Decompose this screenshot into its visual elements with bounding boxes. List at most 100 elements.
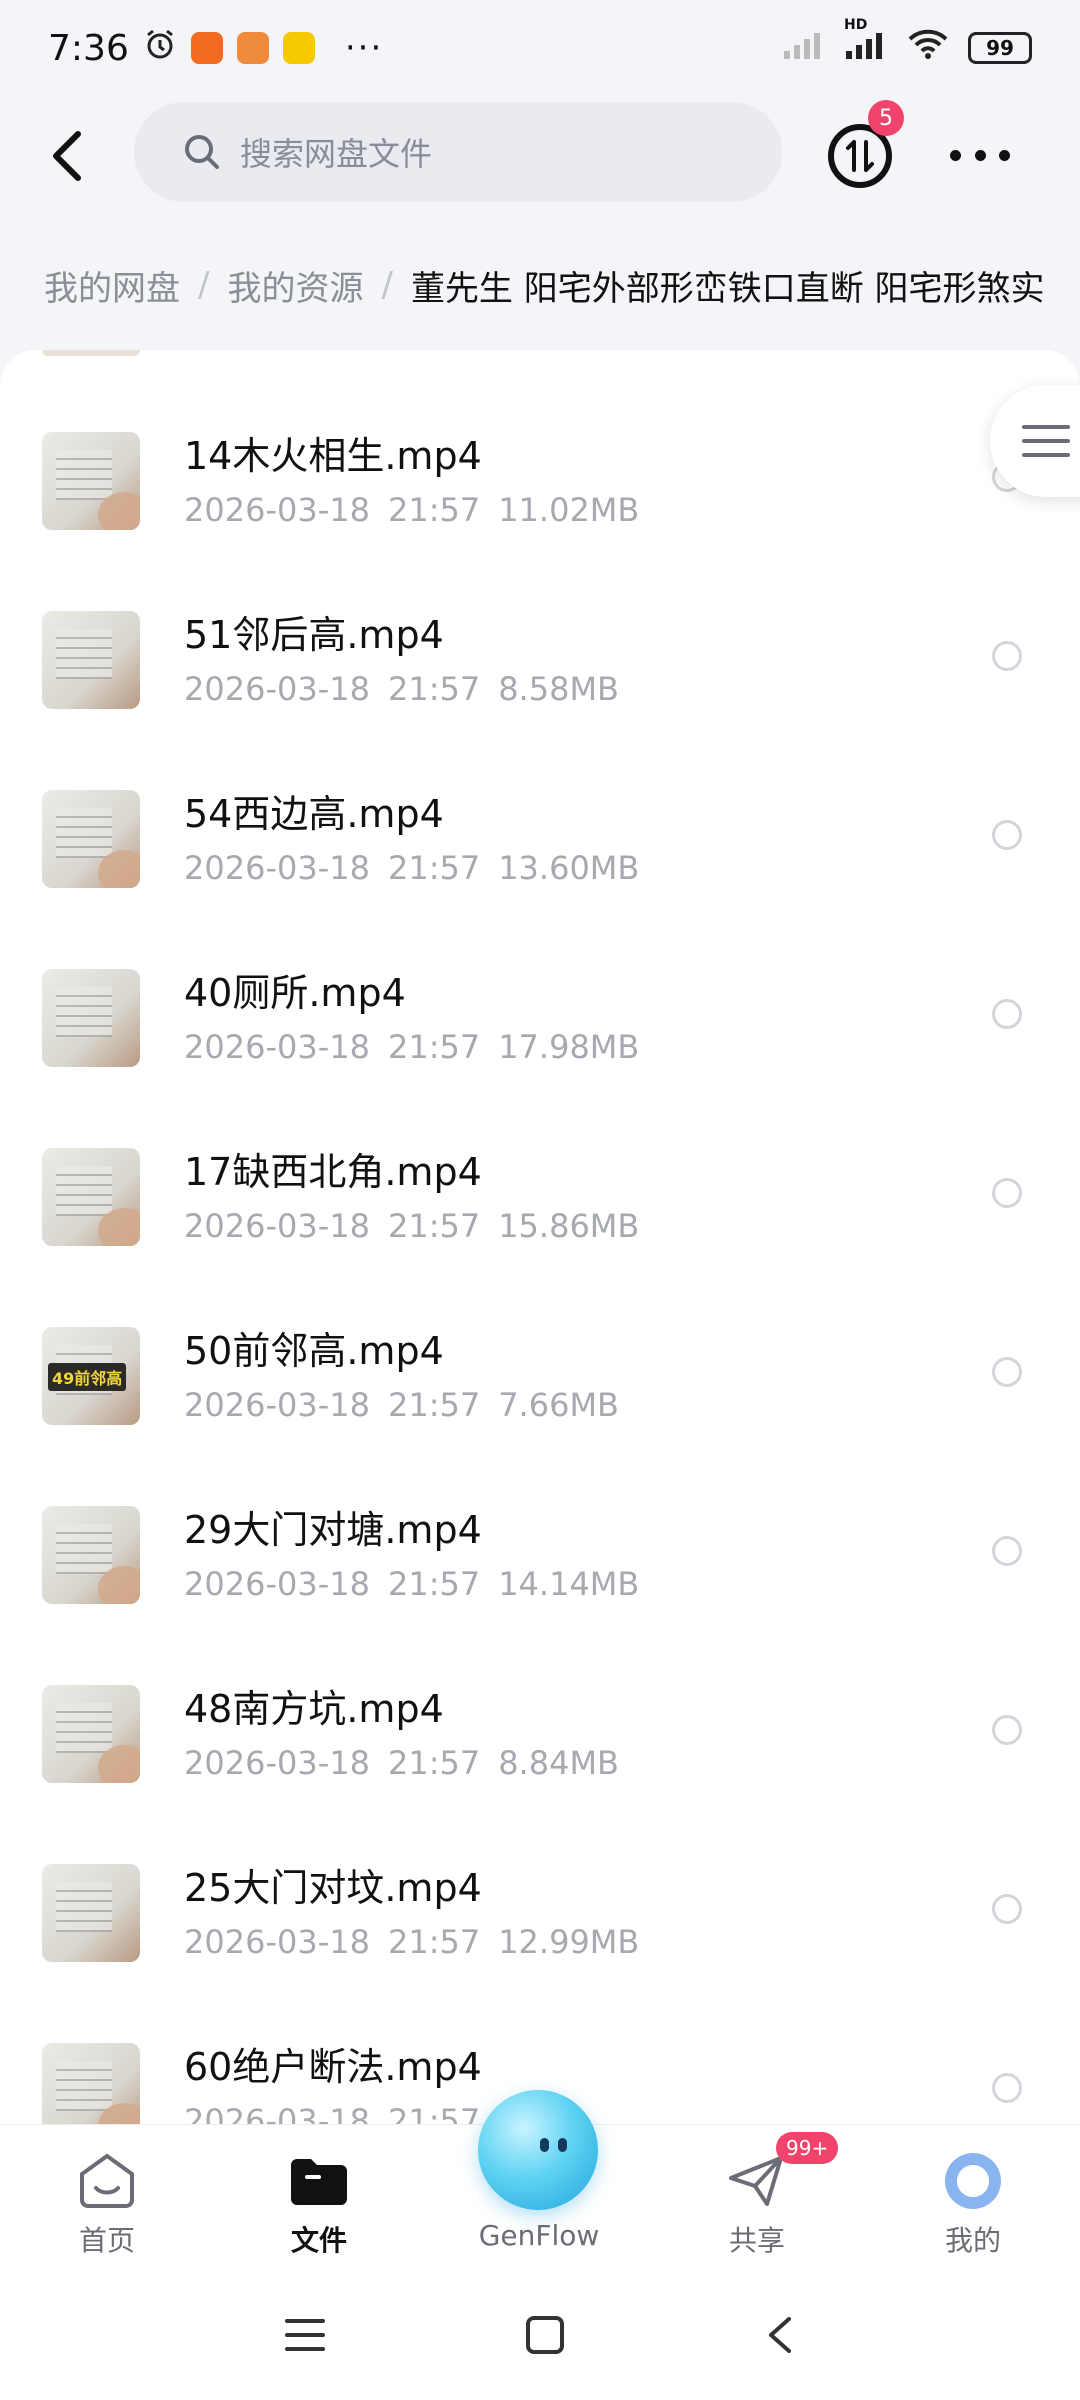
file-time: 21:57 (387, 1565, 481, 1603)
breadcrumb-my-resources[interactable]: 我的资源 (227, 261, 363, 310)
nav-me[interactable]: 我的 (898, 2149, 1048, 2259)
file-size: 17.98MB (498, 1028, 640, 1066)
file-date: 2026-03-18 (184, 670, 370, 708)
video-thumbnail (42, 1148, 140, 1246)
nav-files[interactable]: 文件 (244, 2149, 394, 2259)
nav-me-label: 我的 (944, 2224, 1001, 2257)
file-size: 15.86MB (498, 1207, 640, 1245)
video-thumbnail (42, 432, 140, 530)
file-meta: 2026-03-18 21:57 8.84MB (184, 1743, 619, 1783)
more-options-button[interactable] (950, 130, 1010, 180)
file-list[interactable]: 14木火相生.mp4 2026-03-18 21:57 11.02MB 51邻后… (0, 350, 1080, 2130)
file-size: 14.14MB (498, 1565, 640, 1603)
file-size: 11.02MB (498, 491, 640, 529)
breadcrumb: 我的网盘 / 我的资源 / 董先生 阳宅外部形峦铁口直断 阳宅形煞实 (44, 250, 1080, 320)
file-time: 21:57 (387, 1386, 481, 1424)
search-icon (185, 135, 219, 169)
fox-app-icon (236, 32, 269, 64)
nav-genflow-label: GenFlow (478, 2219, 600, 2252)
back-button[interactable] (36, 124, 100, 188)
file-name: 50前邻高.mp4 (184, 1329, 444, 1373)
alarm-icon (143, 27, 177, 70)
file-time: 21:57 (387, 491, 481, 529)
select-checkbox[interactable] (992, 2073, 1022, 2103)
file-date: 2026-03-18 (184, 1565, 370, 1603)
file-date: 2026-03-18 (184, 849, 370, 887)
file-row[interactable]: 51邻后高.mp4 2026-03-18 21:57 8.58MB (0, 611, 1080, 790)
file-meta: 2026-03-18 21:57 12.99MB (184, 1922, 639, 1962)
more-dot-icon (999, 149, 1010, 161)
select-checkbox[interactable] (992, 1357, 1022, 1387)
orb-eye (540, 2138, 549, 2152)
back-triangle-icon[interactable] (765, 2315, 795, 2359)
signal-weak-icon (782, 27, 826, 70)
search-input[interactable]: 搜索网盘文件 (134, 102, 782, 202)
file-time: 21:57 (387, 849, 481, 887)
file-row[interactable]: 17缺西北角.mp4 2026-03-18 21:57 15.86MB (0, 1148, 1080, 1327)
video-thumbnail (42, 1506, 140, 1604)
select-checkbox[interactable] (992, 641, 1022, 671)
file-name: 17缺西北角.mp4 (184, 1150, 482, 1194)
file-time: 21:57 (387, 1744, 481, 1782)
video-thumbnail (42, 969, 140, 1067)
file-row[interactable]: 25大门对坟.mp4 2026-03-18 21:57 12.99MB (0, 1864, 1080, 2043)
file-name: 40厕所.mp4 (184, 971, 406, 1015)
file-name: 54西边高.mp4 (184, 792, 444, 836)
wifi-icon (906, 27, 950, 70)
status-time: 7:36 (48, 27, 129, 69)
file-meta: 2026-03-18 21:57 7.66MB (184, 1385, 619, 1425)
breadcrumb-separator: / (198, 265, 210, 305)
thumbnail-caption: 49前邻高 (48, 1363, 127, 1391)
file-date: 2026-03-18 (184, 1207, 370, 1245)
chevron-left-icon (53, 131, 81, 181)
search-placeholder: 搜索网盘文件 (240, 135, 433, 173)
select-checkbox[interactable] (992, 1536, 1022, 1566)
hd-label: HD (844, 16, 868, 33)
file-row[interactable]: 49前邻高 50前邻高.mp4 2026-03-18 21:57 7.66MB (0, 1327, 1080, 1506)
file-row[interactable]: 40厕所.mp4 2026-03-18 21:57 17.98MB (0, 969, 1080, 1148)
select-checkbox[interactable] (992, 820, 1022, 850)
nav-home[interactable]: 首页 (32, 2149, 182, 2259)
transfer-badge: 5 (868, 100, 904, 136)
menu-lines-icon (1022, 425, 1070, 457)
file-meta: 2026-03-18 21:57 15.86MB (184, 1206, 639, 1246)
file-row[interactable]: 29大门对塘.mp4 2026-03-18 21:57 14.14MB (0, 1506, 1080, 1685)
header: 搜索网盘文件 5 (0, 100, 1080, 210)
select-checkbox[interactable] (992, 1715, 1022, 1745)
file-name: 60绝户断法.mp4 (184, 2045, 482, 2089)
file-date: 2026-03-18 (184, 1028, 370, 1066)
video-thumbnail (42, 1864, 140, 1962)
file-name: 25大门对坟.mp4 (184, 1866, 482, 1910)
edit-app-icon (282, 32, 315, 64)
nav-share[interactable]: 共享 (682, 2149, 832, 2259)
more-dot-icon (950, 149, 961, 161)
file-meta: 2026-03-18 21:57 17.98MB (184, 1027, 639, 1067)
file-name: 48南方坑.mp4 (184, 1687, 444, 1731)
video-thumbnail (42, 1685, 140, 1783)
file-row[interactable]: 54西边高.mp4 2026-03-18 21:57 13.60MB (0, 790, 1080, 969)
file-size: 8.84MB (498, 1744, 619, 1782)
status-more-indicator: ··· (344, 28, 384, 68)
select-checkbox[interactable] (992, 999, 1022, 1029)
nav-files-label: 文件 (290, 2224, 347, 2257)
file-row[interactable]: 14木火相生.mp4 2026-03-18 21:57 11.02MB (0, 432, 1080, 611)
file-time: 21:57 (387, 1028, 481, 1066)
breadcrumb-my-drive[interactable]: 我的网盘 (44, 261, 180, 310)
transfer-icon (846, 140, 874, 172)
home-square-icon[interactable] (525, 2315, 565, 2359)
status-bar: 7:36 ··· HD 99 (0, 0, 1080, 96)
file-name: 51邻后高.mp4 (184, 613, 444, 657)
video-thumbnail (42, 2043, 140, 2130)
file-row[interactable]: 48南方坑.mp4 2026-03-18 21:57 8.84MB (0, 1685, 1080, 1864)
video-thumbnail: 49前邻高 (42, 1327, 140, 1425)
genflow-orb-icon[interactable] (478, 2090, 598, 2210)
select-checkbox[interactable] (992, 1894, 1022, 1924)
file-name: 29大门对塘.mp4 (184, 1508, 482, 1552)
video-thumbnail (42, 611, 140, 709)
select-checkbox[interactable] (992, 1178, 1022, 1208)
status-left: 7:36 ··· (48, 27, 383, 70)
system-nav (0, 2274, 1080, 2400)
recents-menu-icon[interactable] (285, 2317, 325, 2357)
file-name: 14木火相生.mp4 (184, 434, 482, 478)
battery-indicator: 99 (968, 32, 1032, 64)
